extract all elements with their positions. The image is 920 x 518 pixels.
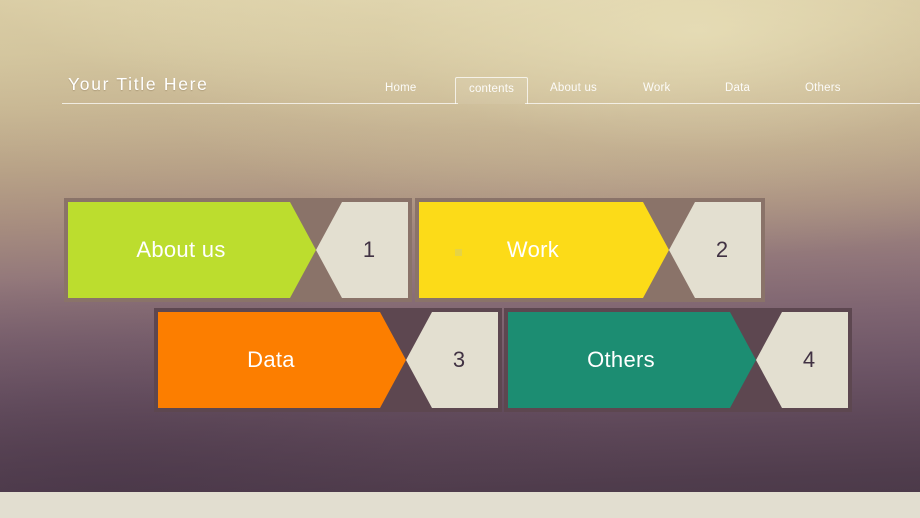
yellow-square-artifact [455,249,462,256]
banner-4[interactable]: Others 4 [508,312,848,408]
banner-4-body: Others [508,312,756,408]
banner-1[interactable]: About us 1 [68,202,408,298]
nav-item-others[interactable]: Others [805,80,841,97]
nav-item-about-us[interactable]: About us [550,80,597,97]
banner-1-number-plate: 1 [316,202,408,298]
banner-2-number-plate: 2 [669,202,761,298]
banner-4-label: Others [587,347,655,372]
nav-item-contents[interactable]: contents [455,77,529,104]
banner-1-number: 1 [362,237,376,262]
page-title: Your Title Here [68,74,209,94]
banner-2[interactable]: Work 2 [419,202,761,298]
banner-3-number: 3 [452,347,466,372]
banner-2-label: Work [506,237,560,262]
banner-3-number-plate: 3 [406,312,498,408]
banner-3-body: Data [158,312,406,408]
nav-item-work[interactable]: Work [643,80,670,97]
bottom-bar [0,492,920,518]
banner-4-number: 4 [802,347,816,372]
banner-3-label: Data [247,347,295,372]
banner-3[interactable]: Data 3 [158,312,498,408]
banner-1-body: About us [68,202,316,298]
nav-item-home[interactable]: Home [385,80,416,97]
banner-1-label: About us [136,237,226,262]
banner-4-number-plate: 4 [756,312,848,408]
banner-2-number: 2 [715,237,729,262]
top-navigation: Home contents About us Work Data Others [385,77,885,104]
slide-canvas: Your Title Here Home contents About us W… [0,0,920,518]
nav-item-data[interactable]: Data [725,80,750,97]
